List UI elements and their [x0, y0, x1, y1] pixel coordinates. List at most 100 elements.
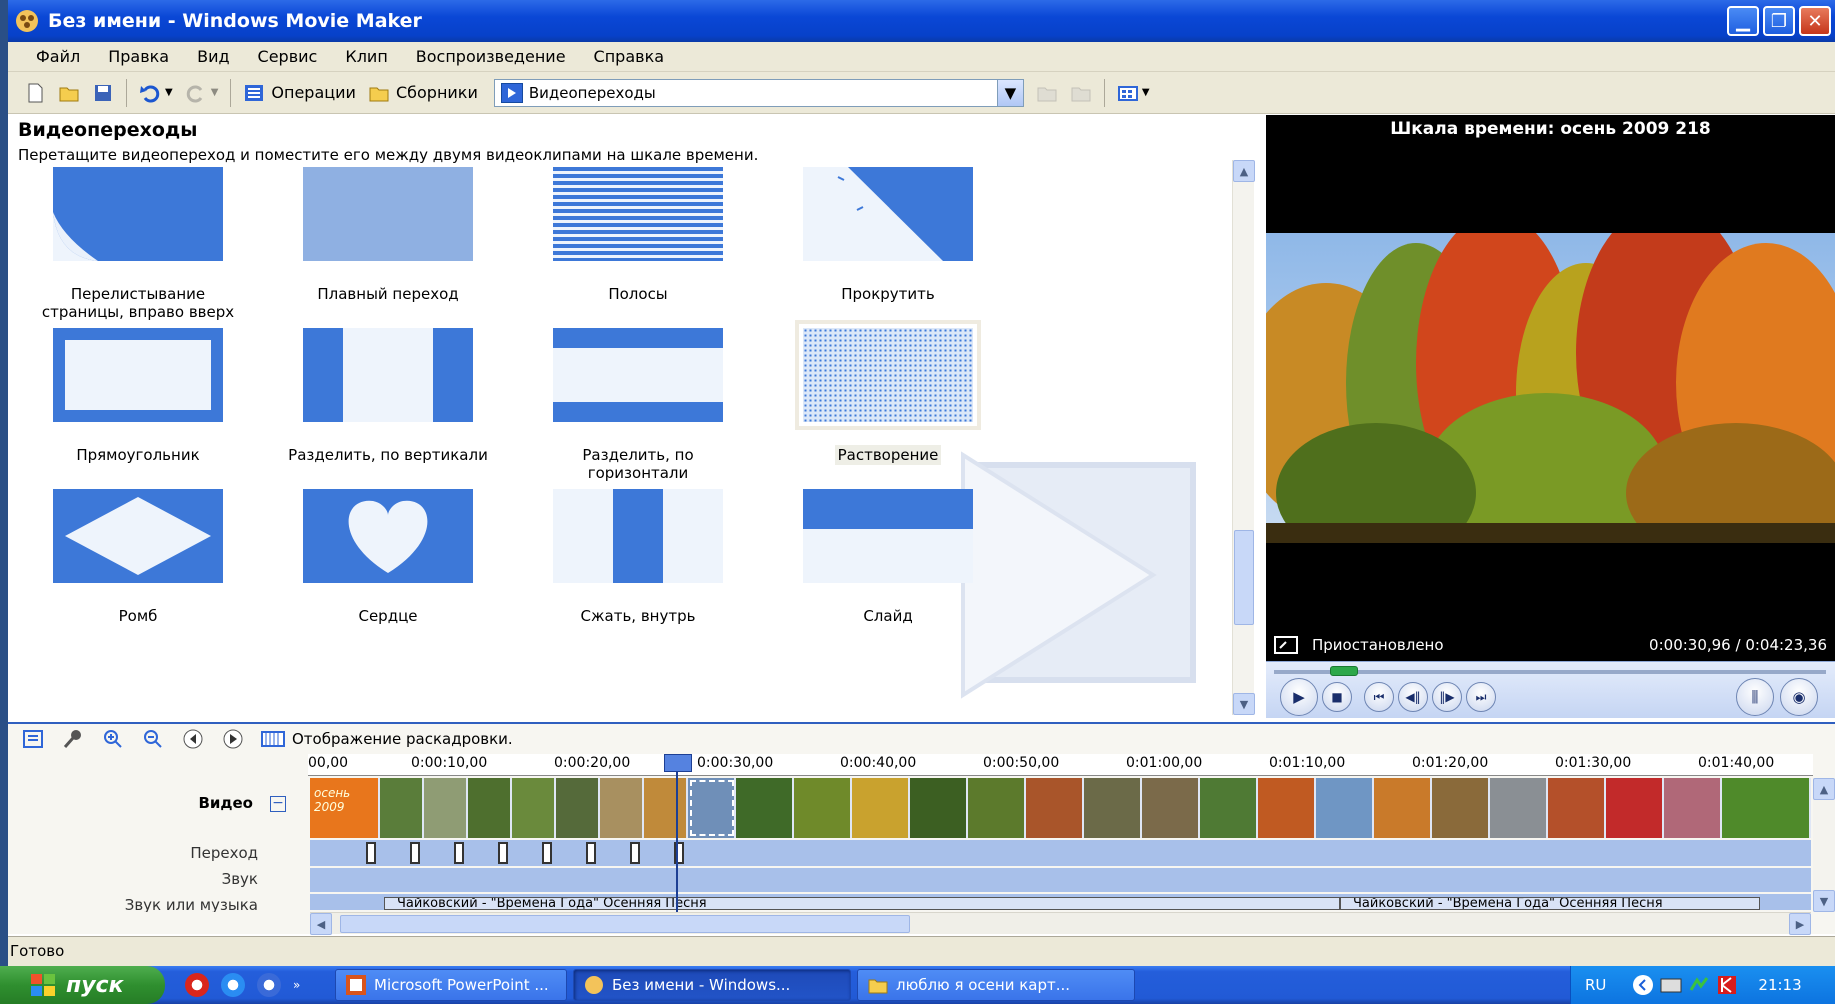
- scroll-right-icon[interactable]: ▶: [1789, 913, 1811, 935]
- video-clip-thumbnail[interactable]: [1374, 778, 1432, 838]
- seek-bar[interactable]: [1274, 666, 1826, 676]
- transition-tile[interactable]: Прямоугольник: [14, 328, 262, 464]
- transition-tile[interactable]: Плавный переход: [264, 167, 512, 303]
- transition-tile[interactable]: Полосы: [514, 167, 762, 303]
- video-clip-thumbnail[interactable]: [1200, 778, 1258, 838]
- audio-levels-button[interactable]: [60, 726, 86, 752]
- menu-play[interactable]: Воспроизведение: [416, 47, 566, 66]
- transition-marker[interactable]: [586, 842, 596, 864]
- save-button[interactable]: [86, 77, 120, 109]
- time-ruler[interactable]: 00,00 0:00:10,00 0:00:20,00 0:00:30,00 0…: [308, 754, 1813, 776]
- video-clip-thumbnail[interactable]: [1548, 778, 1606, 838]
- menu-clip[interactable]: Клип: [345, 47, 387, 66]
- chevron-more-icon[interactable]: »: [293, 978, 300, 992]
- opera-icon[interactable]: [185, 973, 209, 997]
- antivirus-icon[interactable]: [1716, 974, 1738, 996]
- transition-marker[interactable]: [454, 842, 464, 864]
- video-clip-thumbnail[interactable]: [1664, 778, 1722, 838]
- video-clip-thumbnail[interactable]: [794, 778, 852, 838]
- snapshot-button[interactable]: ◉: [1780, 678, 1818, 716]
- video-clip-thumbnail[interactable]: [556, 778, 600, 838]
- transition-tile[interactable]: Разделить, по вертикали: [264, 328, 512, 464]
- up-level-button[interactable]: [1030, 77, 1064, 109]
- transition-tile[interactable]: Разделить, по горизонтали: [514, 328, 762, 482]
- frame-back-button[interactable]: ◀‖: [1398, 682, 1428, 712]
- transition-tile[interactable]: Прокрутить: [764, 167, 1012, 303]
- scroll-down-icon[interactable]: ▼: [1813, 890, 1835, 912]
- tray-expand-icon[interactable]: [1632, 974, 1654, 996]
- transition-tile[interactable]: Слайд: [764, 489, 1012, 625]
- zoom-in-button[interactable]: [100, 726, 126, 752]
- video-clip-thumbnail[interactable]: [1432, 778, 1490, 838]
- frame-forward-button[interactable]: ‖▶: [1432, 682, 1462, 712]
- audio-track[interactable]: [310, 868, 1811, 892]
- title-bar[interactable]: Без имени - Windows Movie Maker ▁ ❐ ✕: [8, 0, 1835, 42]
- seek-knob[interactable]: [1330, 666, 1359, 676]
- transition-marker[interactable]: [410, 842, 420, 864]
- video-clip-thumbnail[interactable]: [600, 778, 644, 838]
- video-clip-thumbnail[interactable]: [644, 778, 688, 838]
- video-clip-thumbnail[interactable]: [1722, 778, 1811, 838]
- zoom-out-button[interactable]: [140, 726, 166, 752]
- menu-help[interactable]: Справка: [594, 47, 665, 66]
- transition-tile[interactable]: Перелистывание страницы, вправо вверх: [14, 167, 262, 321]
- video-clip-thumbnail[interactable]: осень 2009: [310, 778, 380, 838]
- new-button[interactable]: [18, 77, 52, 109]
- transition-tile[interactable]: Сжать, внутрь: [514, 489, 762, 625]
- views-button[interactable]: ▼: [1111, 77, 1156, 109]
- network-icon[interactable]: [1688, 974, 1710, 996]
- menu-tools[interactable]: Сервис: [258, 47, 318, 66]
- video-clip-thumbnail[interactable]: [1026, 778, 1084, 838]
- open-button[interactable]: [52, 77, 86, 109]
- task-powerpoint[interactable]: Microsoft PowerPoint ...: [335, 969, 567, 1001]
- transition-marker[interactable]: [366, 842, 376, 864]
- video-clip-thumbnail[interactable]: [512, 778, 556, 838]
- language-indicator[interactable]: RU: [1585, 976, 1606, 994]
- storyboard-toggle-button[interactable]: [260, 726, 286, 752]
- transition-marker[interactable]: [630, 842, 640, 864]
- video-clip-thumbnail[interactable]: [736, 778, 794, 838]
- video-clip-thumbnail[interactable]: [424, 778, 468, 838]
- video-track[interactable]: осень 2009: [310, 778, 1811, 838]
- transition-tile[interactable]: Ромб: [14, 489, 262, 625]
- transition-tile-selected[interactable]: Растворение: [764, 320, 1012, 465]
- transition-tile[interactable]: Сердце: [264, 489, 512, 625]
- operations-button[interactable]: Операции: [237, 77, 362, 109]
- fullscreen-icon[interactable]: [1274, 636, 1298, 654]
- minimize-button[interactable]: ▁: [1727, 6, 1759, 36]
- playhead[interactable]: [664, 754, 692, 918]
- play-button[interactable]: ▶: [1280, 678, 1318, 716]
- video-clip-thumbnail[interactable]: [1258, 778, 1316, 838]
- close-button[interactable]: ✕: [1799, 6, 1831, 36]
- music-clip[interactable]: Чайковский - "Времена Года" Осенняя Песн…: [384, 897, 1340, 910]
- redo-button[interactable]: ▼: [179, 77, 225, 109]
- storyboard-label[interactable]: Отображение раскадровки.: [292, 730, 513, 748]
- task-movie-maker[interactable]: Без имени - Windows...: [573, 969, 851, 1001]
- transition-marker[interactable]: [498, 842, 508, 864]
- menu-edit[interactable]: Правка: [108, 47, 169, 66]
- keyboard-icon[interactable]: [1660, 974, 1682, 996]
- video-clip-thumbnail[interactable]: [468, 778, 512, 838]
- menu-file[interactable]: Файл: [36, 47, 80, 66]
- scroll-up-icon[interactable]: ▲: [1233, 160, 1255, 182]
- scroll-up-icon[interactable]: ▲: [1813, 778, 1835, 800]
- set-narration-button[interactable]: [20, 726, 46, 752]
- scroll-thumb[interactable]: [1234, 530, 1254, 625]
- video-clip-thumbnail[interactable]: [1606, 778, 1664, 838]
- stop-button[interactable]: ■: [1322, 682, 1352, 712]
- next-button[interactable]: ⏭: [1466, 682, 1496, 712]
- internet-explorer-icon[interactable]: [221, 973, 245, 997]
- timeline-vertical-scrollbar[interactable]: ▲ ▼: [1813, 778, 1835, 912]
- rewind-button[interactable]: [180, 726, 206, 752]
- video-clip-thumbnail[interactable]: [968, 778, 1026, 838]
- media-player-icon[interactable]: [257, 973, 281, 997]
- timeline-play-button[interactable]: [220, 726, 246, 752]
- previous-button[interactable]: ⏮: [1364, 682, 1394, 712]
- transitions-scrollbar[interactable]: ▲ ▼: [1232, 160, 1255, 715]
- video-clip-thumbnail[interactable]: [1316, 778, 1374, 838]
- video-clip-thumbnail[interactable]: [1490, 778, 1548, 838]
- scroll-down-icon[interactable]: ▼: [1233, 693, 1255, 715]
- transition-marker[interactable]: [542, 842, 552, 864]
- collection-combo[interactable]: Видеопереходы ▼: [493, 78, 1024, 107]
- scroll-left-icon[interactable]: ◀: [310, 913, 332, 935]
